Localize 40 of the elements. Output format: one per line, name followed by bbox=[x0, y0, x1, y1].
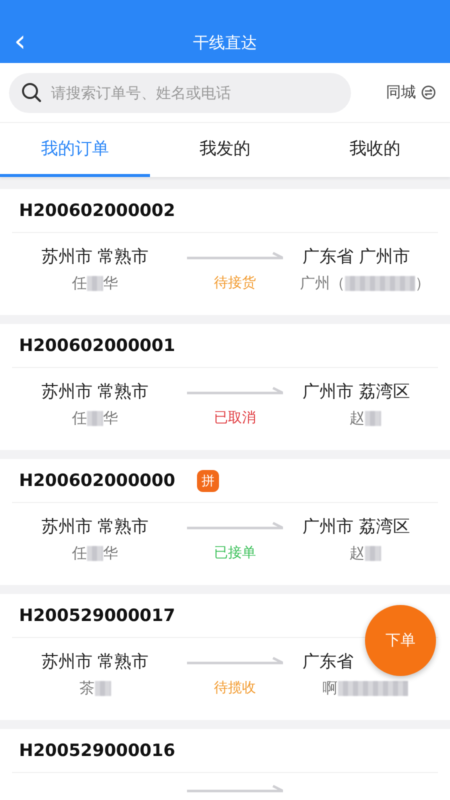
sender-name: 任 华 bbox=[72, 409, 118, 428]
origin-city: 苏州市 常熟市 bbox=[41, 381, 149, 403]
destination-city: 广州市 荔湾区 bbox=[302, 516, 411, 538]
order-number: H200602000000 bbox=[19, 470, 176, 490]
switch-icon bbox=[421, 85, 436, 100]
order-status: 待揽收 bbox=[214, 679, 256, 698]
order-number: H200529000016 bbox=[19, 740, 176, 760]
sender-name: 任 华 bbox=[72, 274, 118, 293]
destination-city: 广东省 bbox=[302, 651, 354, 673]
order-status: 已接单 bbox=[214, 544, 256, 563]
search-icon bbox=[21, 82, 43, 104]
destination-city: 广东省 广州市 bbox=[302, 246, 411, 268]
blurred-text bbox=[87, 546, 103, 561]
order-number: H200602000002 bbox=[19, 200, 176, 220]
city-switch-button[interactable]: 同城 bbox=[386, 83, 436, 102]
page-title: 干线直达 bbox=[193, 33, 257, 54]
origin-city: 苏州市 常熟市 bbox=[41, 516, 149, 538]
sender-name: 茶 bbox=[80, 679, 110, 698]
tab[interactable]: 我的订单 bbox=[0, 123, 150, 177]
origin-city: 苏州市 常熟市 bbox=[41, 246, 149, 268]
blurred-text bbox=[87, 276, 103, 291]
receiver-name: 啊 bbox=[322, 679, 408, 698]
tab[interactable]: 我收的 bbox=[300, 123, 450, 177]
destination-city: 广州市 荔湾区 bbox=[302, 381, 411, 403]
order-status: 待接货 bbox=[214, 274, 256, 293]
combined-badge: 拼 bbox=[197, 470, 220, 492]
sender-name: 任 华 bbox=[72, 544, 118, 563]
order-status: 已取消 bbox=[214, 409, 256, 428]
order-number: H200529000017 bbox=[19, 606, 176, 626]
blurred-text bbox=[364, 411, 380, 426]
receiver-name: 广州（ ） bbox=[300, 274, 430, 293]
blurred-text bbox=[94, 681, 110, 696]
receiver-name: 赵 bbox=[350, 409, 380, 428]
blurred-text bbox=[364, 546, 380, 561]
tab[interactable]: 我发的 bbox=[150, 123, 300, 177]
blurred-text bbox=[87, 411, 103, 426]
receiver-name: 赵 bbox=[350, 544, 380, 563]
back-button[interactable]: ‹ bbox=[10, 27, 30, 57]
order-number: H200602000001 bbox=[19, 336, 176, 356]
origin-city: 苏州市 常熟市 bbox=[41, 651, 149, 673]
